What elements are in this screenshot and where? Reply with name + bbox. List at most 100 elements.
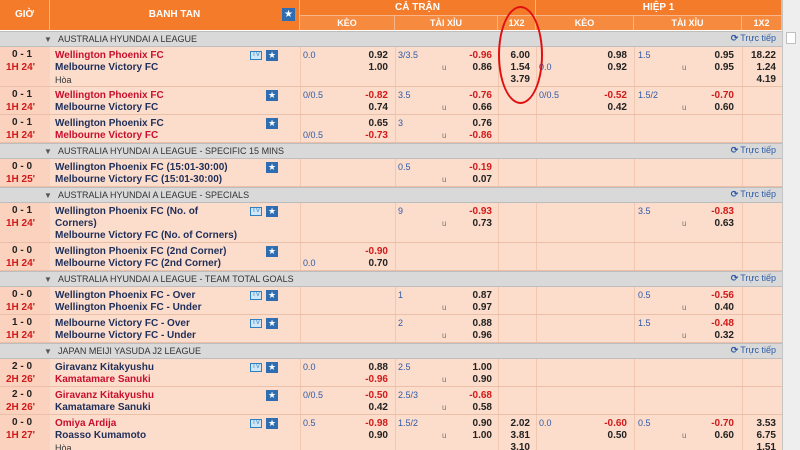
h1-under-odds[interactable]: 0.40 (694, 302, 734, 313)
ft-1x2-odds[interactable]: 3.81 (500, 430, 530, 441)
away-team-name[interactable]: Roasso Kumamoto (55, 430, 146, 441)
ft-under-odds[interactable]: -0.86 (452, 130, 492, 141)
away-team-name[interactable]: Melbourne Victory FC (55, 62, 158, 73)
live-tv-icon[interactable]: TV (250, 319, 262, 328)
h1-1x2-odds[interactable]: 1.51 (746, 442, 776, 450)
ft-under-odds[interactable]: 0.86 (452, 62, 492, 73)
away-team-name[interactable]: Kamatamare Sanuki (55, 374, 151, 385)
ft-1x2-odds[interactable]: 3.10 (500, 442, 530, 450)
h1-under-odds[interactable]: 0.32 (694, 330, 734, 341)
ft-under-odds[interactable]: 0.97 (452, 302, 492, 313)
ft-away-odds[interactable]: 1.00 (348, 62, 388, 73)
home-team-name[interactable]: Wellington Phoenix FC (55, 90, 164, 101)
h1-away-odds[interactable]: 0.50 (587, 430, 627, 441)
home-team-name[interactable]: Wellington Phoenix FC (55, 50, 164, 61)
live-tv-icon[interactable]: TV (250, 207, 262, 216)
favorite-star-icon[interactable]: ★ (266, 246, 278, 257)
away-team-name[interactable]: Melbourne Victory FC (55, 102, 158, 113)
h1-away-odds[interactable]: 0.92 (587, 62, 627, 73)
home-team-name[interactable]: Wellington Phoenix FC (2nd Corner) (55, 246, 226, 257)
ft-away-odds[interactable]: 0.74 (348, 102, 388, 113)
favorite-star-icon[interactable]: ★ (266, 118, 278, 129)
favorite-star-icon[interactable]: ★ (266, 206, 278, 217)
h1-1x2-odds[interactable]: 3.53 (746, 418, 776, 429)
ft-home-odds[interactable]: -0.98 (348, 418, 388, 429)
ft-home-odds[interactable]: 0.65 (348, 118, 388, 129)
h1-1x2-odds[interactable]: 1.24 (746, 62, 776, 73)
ft-away-odds[interactable]: 0.42 (348, 402, 388, 413)
ft-under-odds[interactable]: 0.73 (452, 218, 492, 229)
collapse-triangle-icon[interactable]: ▼ (44, 35, 52, 44)
ft-1x2-odds[interactable]: 3.79 (500, 74, 530, 85)
away-team-name[interactable]: Melbourne Victory FC (No. of Corners) (55, 230, 237, 241)
h1-over-odds[interactable]: -0.83 (694, 206, 734, 217)
live-button[interactable]: ⟳ Trực tiếp (731, 345, 776, 356)
ft-1x2-odds[interactable]: 1.54 (500, 62, 530, 73)
favorite-star-icon[interactable]: ★ (266, 290, 278, 301)
ft-over-odds[interactable]: -0.68 (452, 390, 492, 401)
h1-1x2-odds[interactable]: 6.75 (746, 430, 776, 441)
collapse-triangle-icon[interactable]: ▼ (44, 147, 52, 156)
live-button[interactable]: ⟳ Trực tiếp (731, 189, 776, 200)
ft-under-odds[interactable]: 0.96 (452, 330, 492, 341)
home-team-name[interactable]: Wellington Phoenix FC - Over (55, 290, 195, 301)
ft-under-odds[interactable]: 0.58 (452, 402, 492, 413)
ft-1x2-odds[interactable]: 2.02 (500, 418, 530, 429)
collapse-triangle-icon[interactable]: ▼ (44, 347, 52, 356)
away-team-name[interactable]: Melbourne Victory FC (2nd Corner) (55, 258, 221, 269)
favorite-star-icon[interactable]: ★ (266, 318, 278, 329)
live-tv-icon[interactable]: TV (250, 363, 262, 372)
h1-over-odds[interactable]: -0.48 (694, 318, 734, 329)
ft-over-odds[interactable]: 1.00 (452, 362, 492, 373)
favorite-star-icon[interactable]: ★ (266, 90, 278, 101)
ft-under-odds[interactable]: 0.90 (452, 374, 492, 385)
home-team-name[interactable]: Omiya Ardija (55, 418, 116, 429)
live-tv-icon[interactable]: TV (250, 51, 262, 60)
ft-over-odds[interactable]: 0.87 (452, 290, 492, 301)
ft-under-odds[interactable]: 0.66 (452, 102, 492, 113)
ft-over-odds[interactable]: -0.19 (452, 162, 492, 173)
h1-over-odds[interactable]: -0.70 (694, 90, 734, 101)
live-tv-icon[interactable]: TV (250, 419, 262, 428)
ft-over-odds[interactable]: 0.90 (452, 418, 492, 429)
live-button[interactable]: ⟳ Trực tiếp (731, 33, 776, 44)
scroll-thumb[interactable] (786, 32, 796, 44)
ft-away-odds[interactable]: 0.70 (348, 258, 388, 269)
live-tv-icon[interactable]: TV (250, 291, 262, 300)
ft-over-odds[interactable]: -0.93 (452, 206, 492, 217)
h1-1x2-odds[interactable]: 18.22 (746, 50, 776, 61)
ft-under-odds[interactable]: 1.00 (452, 430, 492, 441)
h1-under-odds[interactable]: 0.95 (694, 62, 734, 73)
h1-away-odds[interactable]: 0.42 (587, 102, 627, 113)
h1-home-odds[interactable]: -0.52 (587, 90, 627, 101)
h1-home-odds[interactable]: -0.60 (587, 418, 627, 429)
favorite-star-icon[interactable]: ★ (282, 8, 295, 21)
h1-under-odds[interactable]: 0.63 (694, 218, 734, 229)
favorite-star-icon[interactable]: ★ (266, 50, 278, 61)
h1-over-odds[interactable]: -0.56 (694, 290, 734, 301)
ft-away-odds[interactable]: -0.96 (348, 374, 388, 385)
collapse-triangle-icon[interactable]: ▼ (44, 275, 52, 284)
home-team-name[interactable]: Giravanz Kitakyushu (55, 362, 154, 373)
h1-over-odds[interactable]: 0.95 (694, 50, 734, 61)
home-team-name[interactable]: Wellington Phoenix FC (55, 118, 164, 129)
ft-home-odds[interactable]: -0.50 (348, 390, 388, 401)
home-team-name[interactable]: Wellington Phoenix FC (No. of Corners) (55, 206, 230, 230)
favorite-star-icon[interactable]: ★ (266, 362, 278, 373)
home-team-name[interactable]: Wellington Phoenix FC (15:01-30:00) (55, 162, 228, 173)
ft-away-odds[interactable]: 0.90 (348, 430, 388, 441)
ft-1x2-odds[interactable]: 6.00 (500, 50, 530, 61)
ft-under-odds[interactable]: 0.07 (452, 174, 492, 185)
live-button[interactable]: ⟳ Trực tiếp (731, 273, 776, 284)
home-team-name[interactable]: Giravanz Kitakyushu (55, 390, 154, 401)
ft-over-odds[interactable]: 0.76 (452, 118, 492, 129)
collapse-triangle-icon[interactable]: ▼ (44, 191, 52, 200)
ft-away-odds[interactable]: -0.73 (348, 130, 388, 141)
home-team-name[interactable]: Melbourne Victory FC - Over (55, 318, 190, 329)
favorite-star-icon[interactable]: ★ (266, 162, 278, 173)
ft-over-odds[interactable]: 0.88 (452, 318, 492, 329)
ft-home-odds[interactable]: 0.88 (348, 362, 388, 373)
h1-home-odds[interactable]: 0.98 (587, 50, 627, 61)
favorite-star-icon[interactable]: ★ (266, 390, 278, 401)
h1-over-odds[interactable]: -0.70 (694, 418, 734, 429)
